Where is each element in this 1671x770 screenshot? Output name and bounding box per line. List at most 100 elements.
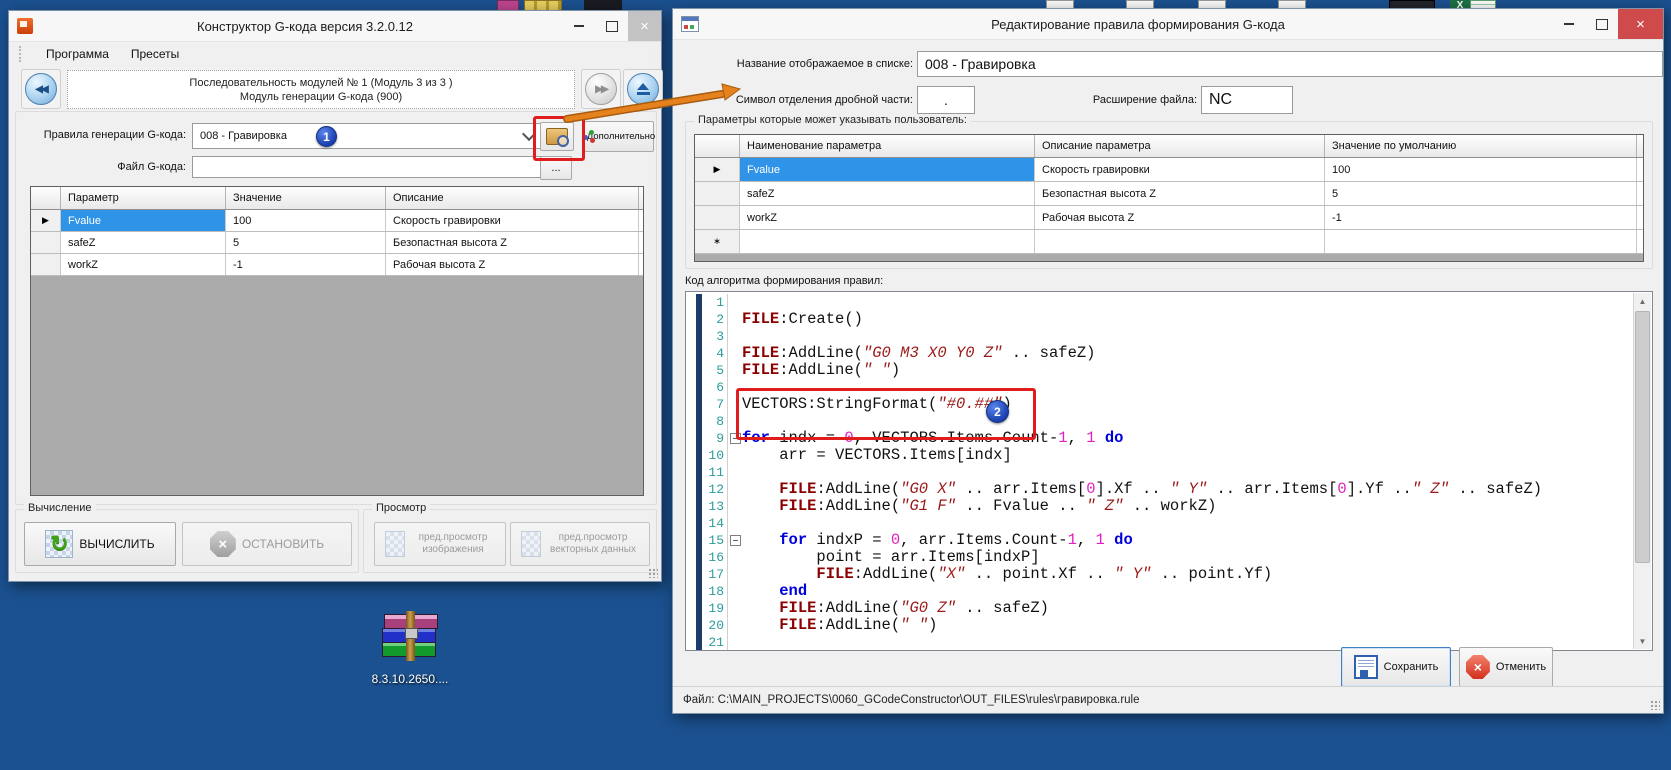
column-header[interactable]: Значение xyxy=(226,187,386,209)
compute-button[interactable]: ↻ ВЫЧИСЛИТЬ xyxy=(24,522,176,566)
scroll-thumb[interactable] xyxy=(1635,311,1650,563)
code-line[interactable]: 20 FILE:AddLine(" ") xyxy=(686,617,1652,634)
code-line[interactable]: 13 FILE:AddLine("G1 F" .. Fvalue .. " Z"… xyxy=(686,498,1652,515)
decimal-separator-input[interactable]: . xyxy=(917,86,975,114)
fold-margin[interactable] xyxy=(728,549,742,566)
table-cell[interactable]: Рабочая высота Z xyxy=(1035,206,1325,229)
fold-margin[interactable] xyxy=(728,379,742,396)
stop-button[interactable]: × ОСТАНОВИТЬ xyxy=(182,522,352,566)
close-button[interactable]: × xyxy=(1618,9,1663,39)
fold-margin[interactable] xyxy=(728,515,742,532)
code-line[interactable]: 15 for indxP = 0, arr.Items.Count-1, 1 d… xyxy=(686,532,1652,549)
menu-presets[interactable]: Пресеты xyxy=(131,47,179,61)
table-row[interactable]: workZ -1 Рабочая высота Z xyxy=(31,254,643,276)
table-cell[interactable] xyxy=(740,230,1035,253)
right-resize-grip[interactable] xyxy=(1650,700,1660,710)
table-row[interactable]: safeZ Безопастная высота Z5 xyxy=(695,182,1643,206)
column-header[interactable]: Описание параметра xyxy=(1035,135,1325,157)
minimize-button[interactable] xyxy=(1552,9,1585,39)
code-line[interactable]: 7 VECTORS:StringFormat("#0.##") xyxy=(686,396,1652,413)
file-extension-input[interactable]: NC xyxy=(1201,86,1293,114)
rules-combobox[interactable]: 008 - Гравировка xyxy=(192,123,550,149)
column-header[interactable]: Наименование параметра xyxy=(740,135,1035,157)
column-header[interactable]: Параметр xyxy=(61,187,226,209)
code-line[interactable]: 10 arr = VECTORS.Items[indx] xyxy=(686,447,1652,464)
table-cell[interactable]: Fvalue xyxy=(61,210,226,231)
table-cell[interactable]: 5 xyxy=(1325,182,1637,205)
code-line[interactable]: 14 xyxy=(686,515,1652,532)
nav-back-button[interactable]: ◀◀ xyxy=(21,69,61,109)
table-cell[interactable]: -1 xyxy=(226,254,386,275)
browse-file-button[interactable]: ... xyxy=(540,156,572,180)
table-cell[interactable]: Безопастная высота Z xyxy=(386,232,639,253)
preview-vector-button[interactable]: пред.просмотр векторных данных xyxy=(510,522,650,566)
code-line[interactable]: 9 for indx = 0, VECTORS.Items.Count-1, 1 … xyxy=(686,430,1652,447)
code-line[interactable]: 11 xyxy=(686,464,1652,481)
code-line[interactable]: 4 FILE:AddLine("G0 M3 X0 Y0 Z" .. safeZ) xyxy=(686,345,1652,362)
row-selector-cell[interactable] xyxy=(695,182,740,205)
row-selector-cell[interactable] xyxy=(695,206,740,229)
fold-collapse-icon[interactable] xyxy=(729,433,741,444)
column-header[interactable]: Описание xyxy=(386,187,639,209)
fold-collapse-icon[interactable] xyxy=(729,535,741,546)
fold-margin[interactable] xyxy=(728,328,742,345)
fold-margin[interactable] xyxy=(728,362,742,379)
code-line[interactable]: 12 FILE:AddLine("G0 X" .. arr.Items[0].X… xyxy=(686,481,1652,498)
table-cell[interactable]: 5 xyxy=(226,232,386,253)
code-line[interactable]: 6 xyxy=(686,379,1652,396)
maximize-button[interactable] xyxy=(595,11,628,41)
rule-name-input[interactable]: 008 - Гравировка xyxy=(917,51,1663,77)
edit-rule-button[interactable] xyxy=(540,122,574,151)
fold-margin[interactable] xyxy=(728,634,742,650)
menu-program[interactable]: Программа xyxy=(46,47,109,61)
code-editor[interactable]: 1 2 FILE:Create() 3 4 FILE:AddLine("G0 M3 X0 … xyxy=(685,291,1653,651)
table-cell[interactable]: Безопастная высота Z xyxy=(1035,182,1325,205)
table-row[interactable]: ▶ Fvalue Скорость гравировки 100 xyxy=(695,158,1643,182)
winrar-icon-label[interactable]: 8.3.10.2650.... xyxy=(350,672,470,686)
dark-icon-partial[interactable] xyxy=(584,0,622,10)
table-cell[interactable] xyxy=(1325,230,1637,253)
table-cell[interactable]: safeZ xyxy=(61,232,226,253)
table-cell[interactable]: Скорость гравировки xyxy=(386,210,639,231)
fold-margin[interactable] xyxy=(728,464,742,481)
table-cell[interactable]: safeZ xyxy=(740,182,1035,205)
row-selector-cell[interactable]: ∗ xyxy=(695,230,740,253)
fold-margin[interactable] xyxy=(728,583,742,600)
column-header[interactable]: Значение по умолчанию xyxy=(1325,135,1637,157)
row-selector-cell[interactable]: ▶ xyxy=(31,210,61,231)
chevron-down-icon[interactable] xyxy=(521,126,537,142)
scroll-down-icon[interactable]: ▼ xyxy=(1634,633,1651,649)
maximize-button[interactable] xyxy=(1585,9,1618,39)
left-titlebar[interactable]: Конструктор G-кода версия 3.2.0.12 × xyxy=(9,11,661,42)
nav-forward-button[interactable]: ▶▶ xyxy=(581,69,621,109)
code-line[interactable]: 16 point = arr.Items[indxP] xyxy=(686,549,1652,566)
row-selector-cell[interactable] xyxy=(31,254,61,275)
table-row[interactable]: ▶ Fvalue 100 Скорость гравировки xyxy=(31,210,643,232)
row-selector-cell[interactable] xyxy=(31,232,61,253)
fold-margin[interactable] xyxy=(728,498,742,515)
table-cell[interactable]: workZ xyxy=(61,254,226,275)
table-cell[interactable]: Fvalue xyxy=(740,158,1035,181)
table-cell[interactable]: -1 xyxy=(1325,206,1637,229)
table-cell[interactable] xyxy=(1035,230,1325,253)
fold-margin[interactable] xyxy=(728,294,742,311)
code-line[interactable]: 8 xyxy=(686,413,1652,430)
row-selector-cell[interactable]: ▶ xyxy=(695,158,740,181)
left-resize-grip[interactable] xyxy=(648,568,658,578)
table-cell[interactable]: workZ xyxy=(740,206,1035,229)
fold-margin[interactable] xyxy=(728,430,742,447)
fold-margin[interactable] xyxy=(728,396,742,413)
code-line[interactable]: 3 xyxy=(686,328,1652,345)
gcode-file-input[interactable] xyxy=(192,156,550,178)
code-line[interactable]: 19 FILE:AddLine("G0 Z" .. safeZ) xyxy=(686,600,1652,617)
fold-margin[interactable] xyxy=(728,617,742,634)
table-cell[interactable]: Скорость гравировки xyxy=(1035,158,1325,181)
close-button[interactable]: × xyxy=(628,11,661,41)
table-cell[interactable]: 100 xyxy=(226,210,386,231)
table-cell[interactable]: Рабочая высота Z xyxy=(386,254,639,275)
advanced-button[interactable]: Дополнительно xyxy=(582,121,655,152)
fold-margin[interactable] xyxy=(728,447,742,464)
fold-margin[interactable] xyxy=(728,413,742,430)
table-row[interactable]: safeZ 5 Безопастная высота Z xyxy=(31,232,643,254)
code-scrollbar[interactable]: ▲ ▼ xyxy=(1633,293,1651,649)
